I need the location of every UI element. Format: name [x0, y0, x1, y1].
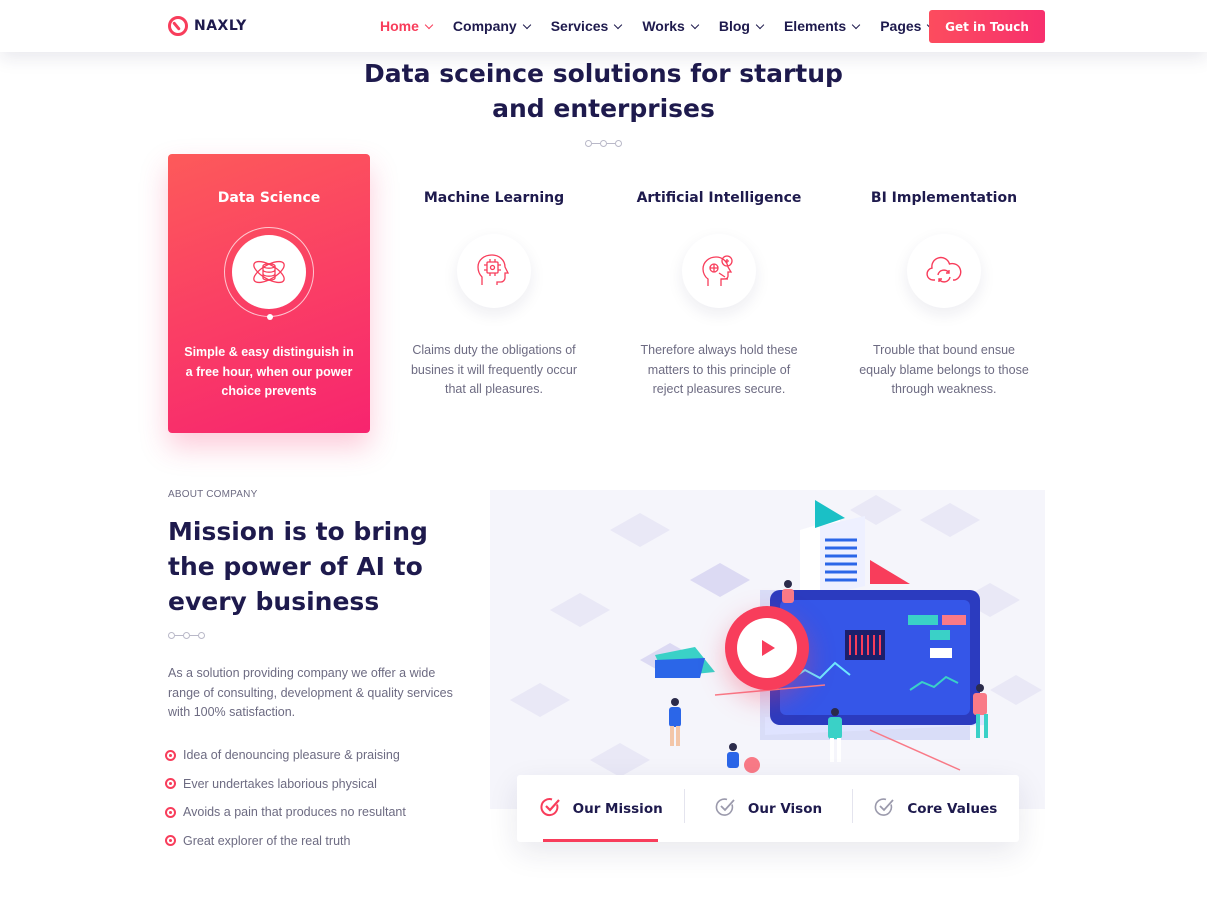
- icon-ring: [224, 227, 314, 320]
- card-text: Trouble that bound ensue equaly blame be…: [859, 343, 1029, 396]
- logo-icon: [168, 16, 188, 36]
- site-header: NAXLY Home Company Services Works Blog E…: [0, 0, 1207, 52]
- main-nav: Home Company Services Works Blog Element…: [380, 18, 955, 34]
- list-item: Idea of denouncing pleasure & praising: [165, 741, 406, 770]
- get-in-touch-button[interactable]: Get in Touch: [929, 10, 1045, 43]
- about-text: As a solution providing company we offer…: [168, 666, 453, 719]
- nav-label: Company: [452, 18, 517, 34]
- check-circle-icon: [714, 796, 736, 822]
- list-item-text: Avoids a pain that produces no resultant: [183, 805, 406, 820]
- ai-icon: [682, 234, 756, 308]
- card-title: Data Science: [217, 190, 321, 206]
- card-text: Claims duty the obligations of busines i…: [410, 343, 578, 396]
- tab-label: Our Mission: [572, 800, 663, 817]
- nav-item-works[interactable]: Works: [642, 18, 700, 34]
- nav-label: Services: [550, 18, 609, 34]
- list-item: Great explorer of the real truth: [165, 827, 406, 856]
- chevron-down-icon: [690, 20, 700, 29]
- machine-learning-icon: [457, 234, 531, 308]
- brand-logo[interactable]: NAXLY: [168, 16, 247, 36]
- section-title-line-1: Data sceince solutions for startup: [364, 59, 843, 88]
- chevron-down-icon: [614, 20, 623, 29]
- about-title-line-2: the power of AI to: [168, 552, 423, 581]
- nav-item-services[interactable]: Services: [550, 18, 623, 34]
- list-item: Avoids a pain that produces no resultant: [165, 798, 406, 827]
- nav-label: Works: [642, 18, 685, 34]
- about-bullet-list: Idea of denouncing pleasure & praising E…: [165, 741, 406, 855]
- nav-item-pages[interactable]: Pages: [880, 18, 936, 34]
- list-item-text: Great explorer of the real truth: [183, 833, 351, 848]
- title-divider: [585, 140, 622, 147]
- about-title: Mission is to bring the power of AI to e…: [168, 514, 458, 619]
- bullet-icon: [165, 835, 176, 847]
- check-circle-icon: [539, 796, 561, 822]
- about-eyebrow: ABOUT COMPANY: [168, 489, 258, 500]
- card-title: BI Implementation: [870, 190, 1018, 206]
- service-card-artificial-intelligence[interactable]: Artificial Intelligence Therefore always…: [618, 154, 820, 433]
- tab-our-vision[interactable]: Our Vison: [684, 775, 851, 842]
- list-item-text: Ever undertakes laborious physical: [183, 776, 377, 791]
- tab-our-mission[interactable]: Our Mission: [517, 775, 684, 842]
- play-icon: [737, 618, 797, 678]
- nav-item-company[interactable]: Company: [452, 18, 531, 34]
- nav-item-home[interactable]: Home: [380, 18, 434, 34]
- brand-name: NAXLY: [194, 18, 247, 34]
- about-title-line-1: Mission is to bring: [168, 517, 428, 546]
- card-text: Therefore always hold these matters to t…: [640, 343, 798, 396]
- nav-label: Elements: [783, 18, 847, 34]
- bullet-icon: [165, 806, 176, 818]
- list-item: Ever undertakes laborious physical: [165, 770, 406, 799]
- about-title-line-3: every business: [168, 587, 380, 616]
- play-video-button[interactable]: [725, 606, 809, 690]
- list-item-text: Idea of denouncing pleasure & praising: [183, 748, 400, 763]
- service-card-data-science[interactable]: Data Science Simple & easy distinguish i…: [168, 154, 370, 433]
- section-title: Data sceince solutions for startup and e…: [300, 56, 907, 126]
- card-title: Artificial Intelligence: [636, 190, 802, 206]
- card-title: Machine Learning: [423, 190, 565, 206]
- cloud-sync-icon: [907, 234, 981, 308]
- data-science-icon: [232, 235, 306, 309]
- service-card-bi-implementation[interactable]: BI Implementation Trouble that bound ens…: [843, 154, 1045, 433]
- nav-label: Pages: [880, 18, 922, 34]
- nav-label: Home: [380, 18, 419, 34]
- nav-item-elements[interactable]: Elements: [783, 18, 861, 34]
- service-card-machine-learning[interactable]: Machine Learning Claims duty the obligat…: [393, 154, 595, 433]
- chevron-down-icon: [424, 20, 434, 29]
- about-divider: [168, 632, 205, 639]
- nav-label: Blog: [718, 18, 750, 34]
- section-title-line-2: and enterprises: [492, 94, 715, 123]
- mission-tabs: Our Mission Our Vison Core Values: [517, 775, 1019, 842]
- chevron-down-icon: [522, 20, 531, 29]
- bullet-icon: [165, 778, 176, 790]
- card-text: Simple & easy distinguish in a free hour…: [184, 345, 354, 398]
- chevron-down-icon: [755, 20, 765, 29]
- tab-label: Our Vison: [747, 800, 823, 817]
- tab-core-values[interactable]: Core Values: [851, 775, 1019, 842]
- check-circle-icon: [873, 796, 895, 822]
- bullet-icon: [165, 749, 176, 761]
- tab-label: Core Values: [907, 800, 998, 817]
- nav-item-blog[interactable]: Blog: [718, 18, 765, 34]
- chevron-down-icon: [851, 20, 861, 29]
